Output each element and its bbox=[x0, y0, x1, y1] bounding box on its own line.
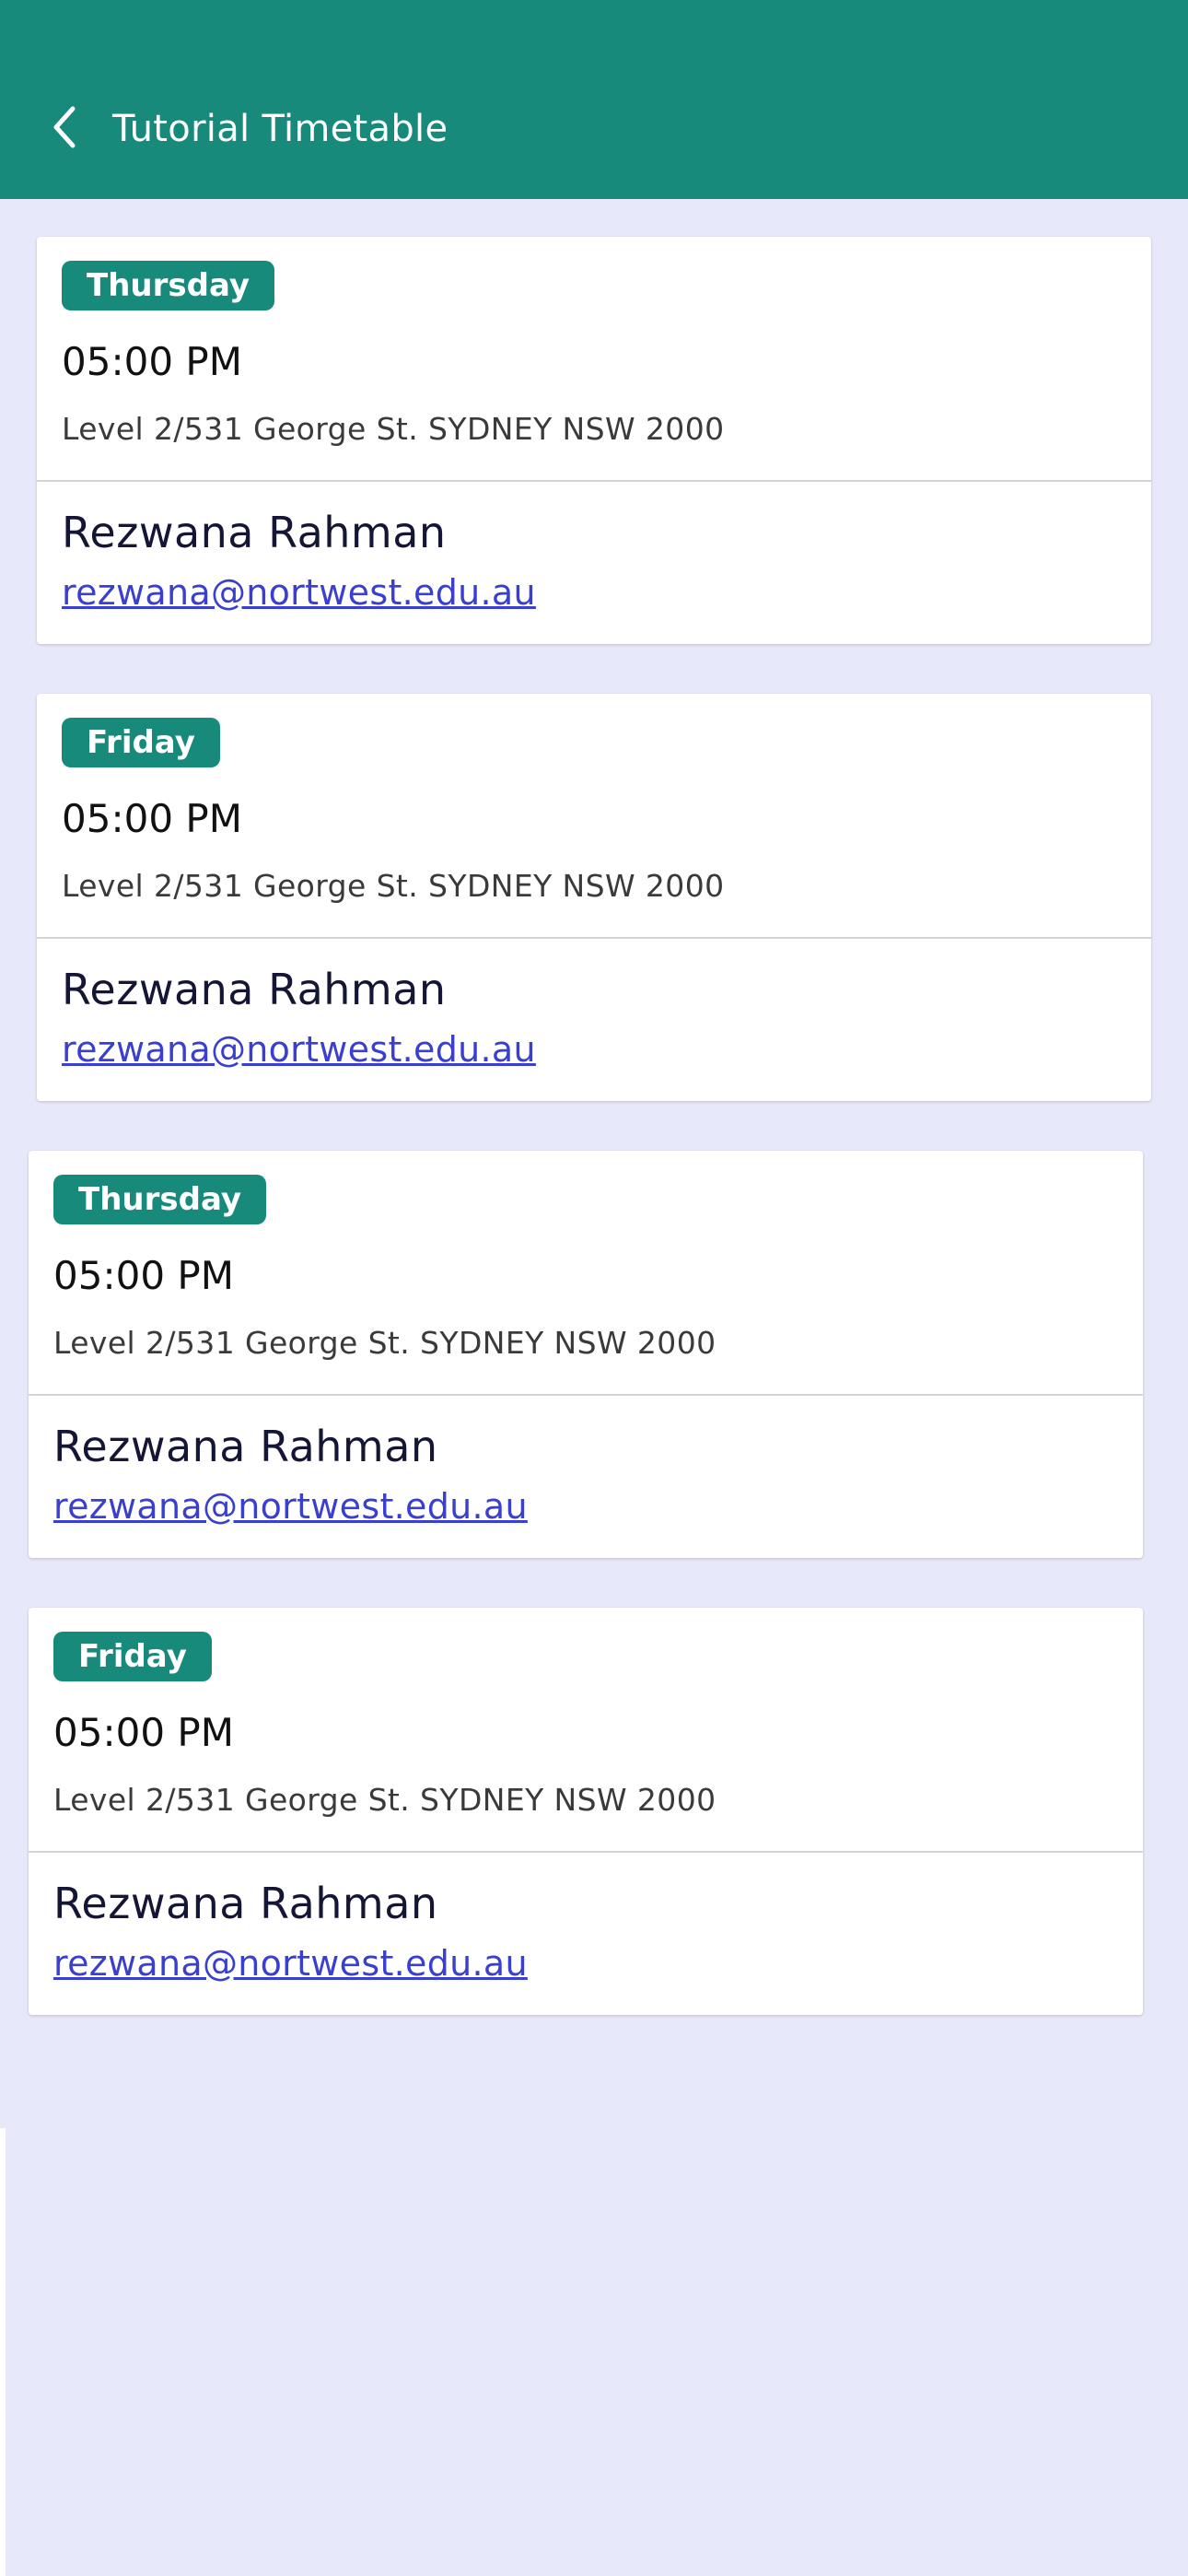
session-card: Friday 05:00 PM Level 2/531 George St. S… bbox=[29, 1608, 1143, 2015]
tutor-name: Rezwana Rahman bbox=[62, 965, 447, 1014]
session-time: 05:00 PM bbox=[53, 1253, 234, 1298]
divider bbox=[29, 1851, 1143, 1853]
day-badge: Thursday bbox=[62, 261, 275, 310]
day-badge: Friday bbox=[62, 718, 220, 767]
session-time: 05:00 PM bbox=[62, 339, 242, 384]
back-button[interactable] bbox=[44, 101, 85, 157]
tutor-name: Rezwana Rahman bbox=[53, 1422, 438, 1471]
page-title: Tutorial Timetable bbox=[112, 108, 448, 150]
edge-strip bbox=[0, 2128, 6, 2576]
divider bbox=[37, 480, 1151, 482]
tutor-email-link[interactable]: rezwana@nortwest.edu.au bbox=[62, 568, 536, 616]
divider bbox=[29, 1394, 1143, 1396]
tutor-name: Rezwana Rahman bbox=[53, 1879, 438, 1928]
day-badge: Thursday bbox=[53, 1175, 267, 1224]
session-address: Level 2/531 George St. SYDNEY NSW 2000 bbox=[53, 1325, 716, 1361]
tutor-email-link[interactable]: rezwana@nortwest.edu.au bbox=[62, 1025, 536, 1073]
chevron-left-icon bbox=[51, 105, 78, 153]
tutor-email-link[interactable]: rezwana@nortwest.edu.au bbox=[53, 1939, 528, 1987]
session-card: Thursday 05:00 PM Level 2/531 George St.… bbox=[37, 237, 1151, 644]
session-card: Thursday 05:00 PM Level 2/531 George St.… bbox=[29, 1151, 1143, 1558]
session-address: Level 2/531 George St. SYDNEY NSW 2000 bbox=[53, 1782, 716, 1818]
session-time: 05:00 PM bbox=[53, 1710, 234, 1755]
tutor-email-link[interactable]: rezwana@nortwest.edu.au bbox=[53, 1482, 528, 1530]
tutor-name: Rezwana Rahman bbox=[62, 508, 447, 557]
session-card: Friday 05:00 PM Level 2/531 George St. S… bbox=[37, 694, 1151, 1101]
day-badge: Friday bbox=[53, 1632, 212, 1681]
session-time: 05:00 PM bbox=[62, 796, 242, 841]
session-address: Level 2/531 George St. SYDNEY NSW 2000 bbox=[62, 411, 725, 447]
session-address: Level 2/531 George St. SYDNEY NSW 2000 bbox=[62, 868, 725, 904]
divider bbox=[37, 937, 1151, 939]
app-header: Tutorial Timetable bbox=[0, 0, 1188, 199]
